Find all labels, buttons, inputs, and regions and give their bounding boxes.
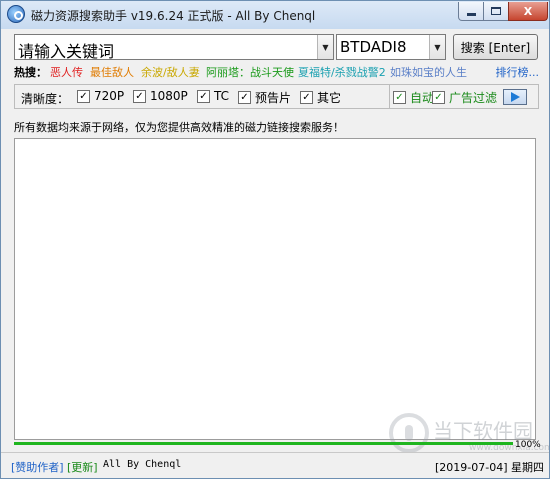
engine-select[interactable]: BTDADI8 ▼	[336, 34, 446, 60]
checkbox-label: 自动	[410, 91, 435, 105]
chevron-down-icon[interactable]: ▼	[429, 35, 445, 59]
date-text: [2019-07-04] 星期四	[435, 461, 545, 474]
clarity-label: 清晰度：	[21, 92, 70, 106]
checkbox-1080p[interactable]: ✓ 1080P	[133, 89, 188, 103]
update-link[interactable]: [更新]	[67, 459, 98, 475]
hot-item-link[interactable]: 最佳敌人	[90, 64, 134, 80]
checkbox-720p[interactable]: ✓ 720P	[77, 89, 124, 103]
keyword-input-value: 请输入关键词	[18, 42, 115, 61]
minimize-button[interactable]	[458, 2, 484, 21]
hot-item-link[interactable]: 夏福特/杀戮战警2	[298, 64, 386, 80]
check-icon: ✓	[133, 89, 146, 103]
check-icon: ✓	[197, 89, 210, 103]
checkbox-other[interactable]: ✓ 其它	[300, 89, 341, 106]
check-icon: ✓	[393, 91, 406, 104]
play-button[interactable]	[503, 89, 527, 105]
checkbox-label: 预告片	[255, 91, 292, 105]
window-title: 磁力资源搜索助手 v19.6.24 正式版 - All By Chenql	[31, 9, 316, 23]
title-bar[interactable]: 磁力资源搜索助手 v19.6.24 正式版 - All By Chenql X	[1, 1, 549, 29]
hot-item-link[interactable]: 恶人传	[50, 64, 83, 80]
hot-item-link[interactable]: 余波/敌人妻	[141, 64, 200, 80]
checkbox-label: 其它	[317, 91, 342, 105]
checkbox-label: 广告过滤	[449, 91, 498, 105]
search-button[interactable]: 搜索 [Enter]	[453, 34, 538, 60]
checkbox-trailer[interactable]: ✓ 预告片	[238, 89, 291, 106]
checkbox-tc[interactable]: ✓ TC	[197, 89, 229, 103]
hot-search-row: 热搜： 恶人传 最佳敌人 余波/敌人妻 阿丽塔：战斗天使 夏福特/杀戮战警2 如…	[14, 64, 540, 80]
close-button[interactable]: X	[508, 2, 548, 21]
hot-search-label: 热搜：	[14, 66, 47, 79]
checkbox-auto[interactable]: ✓ 自动	[393, 89, 434, 106]
progress-fill	[14, 442, 513, 445]
divider	[389, 85, 390, 108]
info-text: 所有数据均来源于网络，仅为您提供高效精准的磁力链接搜索服务！	[14, 121, 344, 134]
check-icon: ✓	[238, 91, 251, 104]
status-bar: [赞助作者] [更新] All By Chenql [2019-07-04] 星…	[1, 452, 549, 478]
hot-item-link[interactable]: 阿丽塔：战斗天使	[206, 64, 294, 80]
progress-text: 100%	[515, 440, 541, 450]
check-icon: ✓	[77, 89, 90, 103]
chevron-down-icon[interactable]: ▼	[317, 35, 333, 59]
play-icon	[510, 92, 520, 102]
watermark-icon	[389, 413, 429, 453]
minimize-icon	[466, 12, 476, 16]
sponsor-link[interactable]: [赞助作者]	[11, 459, 64, 475]
check-icon: ✓	[432, 91, 445, 104]
app-window: 磁力资源搜索助手 v19.6.24 正式版 - All By Chenql X …	[0, 0, 550, 479]
checkbox-ad-filter[interactable]: ✓ 广告过滤	[432, 89, 497, 106]
progress-bar	[14, 442, 513, 445]
check-icon: ✓	[300, 91, 313, 104]
close-icon: X	[523, 4, 533, 18]
results-list[interactable]	[14, 138, 536, 440]
magnet-search-app-icon	[7, 5, 25, 23]
checkbox-label: TC	[214, 89, 230, 103]
checkbox-label: 720P	[94, 89, 125, 103]
engine-select-value: BTDADI8	[340, 38, 407, 56]
keyword-input[interactable]: 请输入关键词 ▼	[14, 34, 334, 61]
hot-item-link[interactable]: 如珠如宝的人生	[390, 64, 467, 80]
checkbox-label: 1080P	[150, 89, 188, 103]
maximize-icon	[491, 7, 501, 15]
ranking-link[interactable]: 排行榜...	[496, 64, 540, 80]
maximize-button[interactable]	[483, 2, 509, 21]
options-bar: 清晰度： ✓ 720P ✓ 1080P ✓ TC ✓ 预告片 ✓ 其它 ✓ 自动…	[14, 84, 539, 109]
author-text: All By Chenql	[103, 459, 182, 470]
